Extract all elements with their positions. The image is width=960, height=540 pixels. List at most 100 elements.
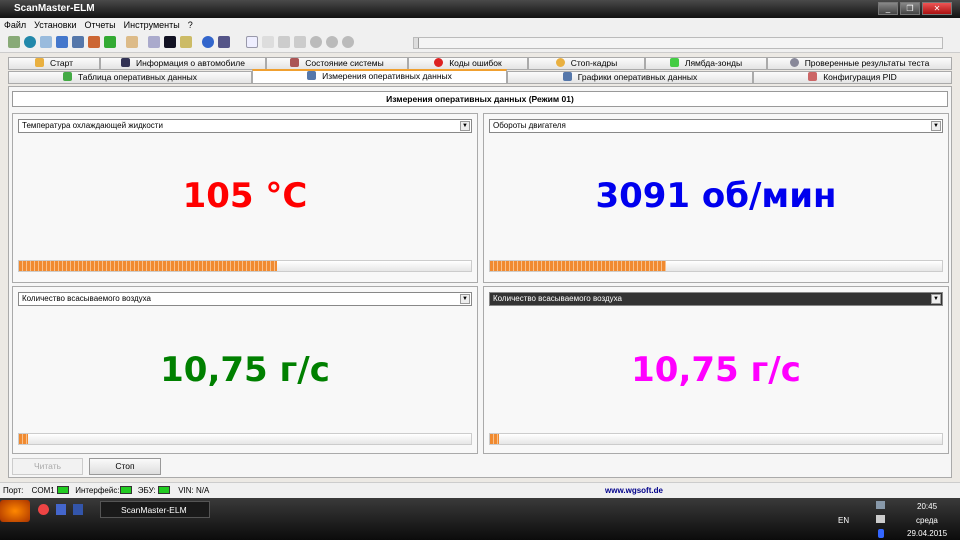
save-app-icon[interactable] [56,504,66,515]
stop-icon[interactable] [326,36,338,48]
tab-label: Проверенные результаты теста [804,58,930,68]
clock-day: среда [916,516,938,525]
title-bar: ScanMaster-ELM [0,0,960,18]
save-icon[interactable] [278,36,290,48]
clipboard-icon[interactable] [126,36,138,48]
tab-live-data-measure[interactable]: Измерения оперативных данных [252,69,507,84]
tab-vehicle-info[interactable]: Информация о автомобиле [100,57,266,70]
tab-label: Состояние системы [305,58,384,68]
gauge-progress-bar [18,260,472,272]
ecu-led [157,486,170,494]
print-icon[interactable] [294,36,306,48]
record-icon[interactable] [342,36,354,48]
battery-icon[interactable] [180,36,192,48]
start-button[interactable] [0,500,30,522]
tab-test-results[interactable]: Проверенные результаты теста [767,57,952,70]
stop-button[interactable]: Стоп [89,458,161,475]
user-icon[interactable] [104,36,116,48]
restore-button[interactable]: ❐ [900,2,920,15]
menu-bar: Файл Установки Отчеты Инструменты? [0,18,960,33]
bluetooth-icon[interactable] [878,529,884,538]
pid-select-value: Температура охлаждающей жидкости [22,121,163,130]
pid-select[interactable]: Обороты двигателя ▼ [489,119,943,133]
tab-live-data-graphs[interactable]: Графики оперативных данных [507,71,753,84]
menu-settings[interactable]: Установки [34,20,76,30]
chrome-icon[interactable] [38,504,49,515]
menu-help[interactable]: ? [188,20,193,30]
taskbar: ScanMaster-ELM EN 20:45 среда 29.04.2015 [0,498,960,540]
tab-label: Стоп-кадры [570,58,618,68]
pid-select[interactable]: Количество всасываемого воздуха ▼ [18,292,472,306]
tab-label: Старт [49,58,74,68]
minimize-button[interactable]: _ [878,2,898,15]
tab-label: Измерения оперативных данных [322,71,452,81]
new-icon[interactable] [246,36,258,48]
slider-handle[interactable] [414,38,419,48]
tab-label: Таблица оперативных данных [77,72,198,82]
open-icon[interactable] [262,36,274,48]
exit-icon[interactable] [218,36,230,48]
gauge-panel-3: Количество всасываемого воздуха ▼ 10,75 г… [12,286,478,454]
table-icon[interactable] [56,36,68,48]
tab-label: Лямбда-зонды [684,58,743,68]
port-value: COM1 [31,486,55,495]
chart-icon[interactable] [72,36,84,48]
info-icon[interactable] [202,36,214,48]
read-button[interactable]: Читать [12,458,83,475]
tab-pid-config[interactable]: Конфигурация PID [753,71,952,84]
monitor-icon[interactable] [148,36,160,48]
app-icon[interactable] [73,504,83,515]
connect-icon[interactable] [8,36,20,48]
website-link[interactable]: www.wgsoft.de [605,483,663,498]
interface-label: Интерфейс: [75,486,120,495]
taskbar-app-label: ScanMaster-ELM [121,505,187,515]
chevron-down-icon[interactable]: ▼ [931,121,941,131]
clock-time[interactable]: 20:45 [917,502,937,511]
ecu-label: ЭБУ: [137,486,156,495]
pid-select[interactable]: Количество всасываемого воздуха ▼ [489,292,943,306]
tab-label: Информация о автомобиле [136,58,245,68]
chevron-down-icon[interactable]: ▼ [460,121,470,131]
window-title: ScanMaster-ELM [14,3,95,14]
gauge-progress-fill [19,261,277,271]
gauge-progress-fill [19,434,29,444]
menu-tools[interactable]: Инструменты [124,20,180,30]
tab-label: Коды ошибок [449,58,502,68]
menu-reports[interactable]: Отчеты [85,20,116,30]
document-icon[interactable] [40,36,52,48]
chevron-down-icon[interactable]: ▼ [460,294,470,304]
tab-live-data-table[interactable]: Таблица оперативных данных [8,71,252,84]
chevron-down-icon[interactable]: ▼ [931,294,941,304]
tab-label: Конфигурация PID [823,72,897,82]
vin-label: VIN: N/A [178,486,210,495]
network-icon[interactable] [876,501,885,509]
gauge-value: 3091 об/мин [595,176,837,216]
close-button[interactable]: ✕ [922,2,952,15]
taskbar-app-scanmaster[interactable]: ScanMaster-ELM [100,501,210,518]
language-indicator[interactable]: EN [838,516,849,525]
gauge-panel-4: Количество всасываемого воздуха ▼ 10,75 г… [483,286,949,454]
progress-slider[interactable] [413,37,943,49]
volume-icon[interactable] [876,515,885,523]
gauge-value: 105 °C [182,176,308,216]
pid-select-value: Обороты двигателя [493,121,566,130]
clock-date: 29.04.2015 [907,529,948,538]
panel-header: Измерения оперативных данных (Режим 01) [12,91,948,107]
tab-start[interactable]: Старт [8,57,100,70]
gauge-progress-fill [490,261,667,271]
terminal-icon[interactable] [164,36,176,48]
gauge-progress-fill [490,434,500,444]
freeze-icon[interactable] [88,36,100,48]
play-icon[interactable] [310,36,322,48]
gauge-panel-1: Температура охлаждающей жидкости ▼ 105 °C [12,113,478,283]
gauge-panel-2: Обороты двигателя ▼ 3091 об/мин [483,113,949,283]
port-led [56,486,69,494]
gauge-progress-bar [18,433,472,445]
tab-freeze-frames[interactable]: Стоп-кадры [528,57,645,70]
pid-select[interactable]: Температура охлаждающей жидкости ▼ [18,119,472,133]
tab-lambda[interactable]: Лямбда-зонды [645,57,767,70]
globe-icon[interactable] [24,36,36,48]
interface-led [119,486,132,494]
pid-select-value: Количество всасываемого воздуха [493,294,623,303]
menu-file[interactable]: Файл [4,20,26,30]
